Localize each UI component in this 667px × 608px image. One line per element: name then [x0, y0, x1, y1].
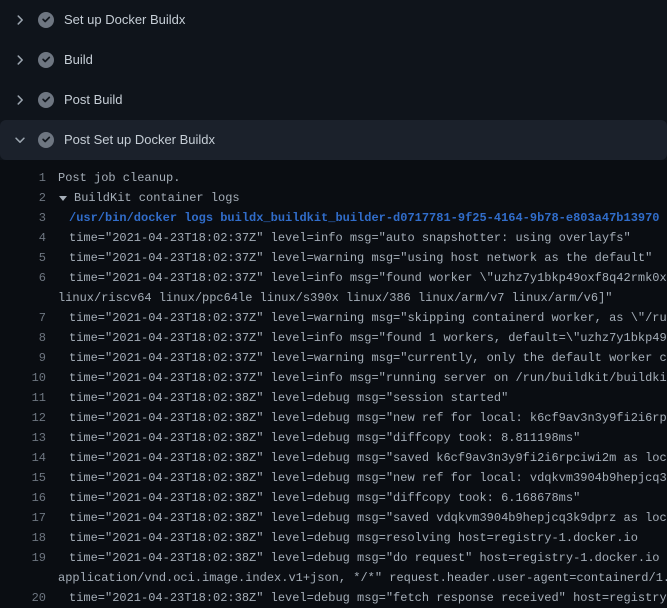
step-header-build[interactable]: Build — [0, 40, 667, 80]
chevron-right-icon — [12, 13, 28, 27]
log-line-text: time="2021-04-23T18:02:38Z" level=debug … — [69, 588, 667, 608]
log-line-number[interactable]: 18 — [0, 528, 46, 548]
log-line: 10 time="2021-04-23T18:02:37Z" level=inf… — [0, 368, 667, 388]
log-line-number[interactable]: 14 — [0, 448, 46, 468]
log-line-number[interactable]: 7 — [0, 308, 46, 328]
log-line: 7 time="2021-04-23T18:02:37Z" level=warn… — [0, 308, 667, 328]
log-line-number[interactable]: 13 — [0, 428, 46, 448]
log-line-number[interactable]: 17 — [0, 508, 46, 528]
log-container: 1 Post job cleanup. 2 BuildKit container… — [0, 160, 667, 608]
log-line-text: linux/riscv64 linux/ppc64le linux/s390x … — [58, 288, 613, 308]
step-header-set-up-docker-buildx[interactable]: Set up Docker Buildx — [0, 0, 667, 40]
log-line-number[interactable]: 16 — [0, 488, 46, 508]
log-line: 5 time="2021-04-23T18:02:37Z" level=warn… — [0, 248, 667, 268]
step-title: Build — [64, 52, 93, 68]
log-line-text: application/vnd.oci.image.index.v1+json,… — [58, 568, 667, 588]
check-circle-icon — [38, 132, 54, 148]
log-line-text: time="2021-04-23T18:02:37Z" level=info m… — [69, 328, 667, 348]
log-line-text: time="2021-04-23T18:02:37Z" level=info m… — [69, 268, 667, 288]
log-line-number[interactable]: 4 — [0, 228, 46, 248]
step-title: Set up Docker Buildx — [64, 12, 185, 28]
triangle-down-icon — [59, 196, 67, 201]
log-line-text: time="2021-04-23T18:02:37Z" level=info m… — [69, 228, 631, 248]
log-line-text: time="2021-04-23T18:02:37Z" level=warnin… — [69, 348, 667, 368]
log-line-text: time="2021-04-23T18:02:37Z" level=warnin… — [69, 248, 652, 268]
log-line-number — [0, 568, 46, 588]
log-line: 3 /usr/bin/docker logs buildx_buildkit_b… — [0, 208, 667, 228]
step-title: Post Set up Docker Buildx — [64, 132, 215, 148]
log-line-number[interactable]: 8 — [0, 328, 46, 348]
check-circle-icon — [38, 92, 54, 108]
log-line: 6 time="2021-04-23T18:02:37Z" level=info… — [0, 268, 667, 288]
log-line: 12 time="2021-04-23T18:02:38Z" level=deb… — [0, 408, 667, 428]
log-line: 14 time="2021-04-23T18:02:38Z" level=deb… — [0, 448, 667, 468]
chevron-right-icon — [12, 53, 28, 67]
log-line: 19 time="2021-04-23T18:02:38Z" level=deb… — [0, 548, 667, 568]
log-line: 8 time="2021-04-23T18:02:37Z" level=info… — [0, 328, 667, 348]
log-line-number[interactable]: 15 — [0, 468, 46, 488]
log-line: 15 time="2021-04-23T18:02:38Z" level=deb… — [0, 468, 667, 488]
chevron-right-icon — [12, 93, 28, 107]
log-line-text: time="2021-04-23T18:02:38Z" level=debug … — [69, 468, 667, 488]
log-line-text: time="2021-04-23T18:02:38Z" level=debug … — [69, 508, 667, 528]
log-line-number[interactable]: 12 — [0, 408, 46, 428]
log-line-text: time="2021-04-23T18:02:37Z" level=info m… — [69, 368, 667, 388]
log-line-text: time="2021-04-23T18:02:38Z" level=debug … — [69, 488, 580, 508]
log-line: 1 Post job cleanup. — [0, 168, 667, 188]
log-line-number[interactable]: 2 — [0, 188, 46, 208]
log-line-text: time="2021-04-23T18:02:38Z" level=debug … — [69, 528, 638, 548]
log-line-text: Post job cleanup. — [58, 168, 180, 188]
log-line: 4 time="2021-04-23T18:02:37Z" level=info… — [0, 228, 667, 248]
log-line-number[interactable]: 3 — [0, 208, 46, 228]
log-line-number[interactable]: 20 — [0, 588, 46, 608]
log-line-number[interactable]: 10 — [0, 368, 46, 388]
log-line-number[interactable]: 6 — [0, 268, 46, 288]
log-line[interactable]: 2 BuildKit container logs — [0, 188, 667, 208]
log-line-text: time="2021-04-23T18:02:37Z" level=warnin… — [69, 308, 667, 328]
step-header-post-build[interactable]: Post Build — [0, 80, 667, 120]
log-line: 20 time="2021-04-23T18:02:38Z" level=deb… — [0, 588, 667, 608]
check-circle-icon — [38, 12, 54, 28]
log-line-text: time="2021-04-23T18:02:38Z" level=debug … — [69, 408, 667, 428]
step-header-post-set-up-docker-buildx[interactable]: Post Set up Docker Buildx — [0, 120, 667, 160]
log-line: 9 time="2021-04-23T18:02:37Z" level=warn… — [0, 348, 667, 368]
log-line-number[interactable]: 19 — [0, 548, 46, 568]
log-line-text: time="2021-04-23T18:02:38Z" level=debug … — [69, 448, 667, 468]
log-line: 13 time="2021-04-23T18:02:38Z" level=deb… — [0, 428, 667, 448]
log-line-number[interactable]: 11 — [0, 388, 46, 408]
log-line: 17 time="2021-04-23T18:02:38Z" level=deb… — [0, 508, 667, 528]
step-title: Post Build — [64, 92, 123, 108]
log-line-text: time="2021-04-23T18:02:38Z" level=debug … — [69, 428, 580, 448]
chevron-down-icon — [12, 133, 28, 147]
check-circle-icon — [38, 52, 54, 68]
log-line-text: BuildKit container logs — [74, 188, 240, 208]
log-line: linux/riscv64 linux/ppc64le linux/s390x … — [0, 288, 667, 308]
log-line: 11 time="2021-04-23T18:02:38Z" level=deb… — [0, 388, 667, 408]
log-line: application/vnd.oci.image.index.v1+json,… — [0, 568, 667, 588]
log-line-number — [0, 288, 46, 308]
log-line-number[interactable]: 5 — [0, 248, 46, 268]
log-line-text: time="2021-04-23T18:02:38Z" level=debug … — [69, 388, 508, 408]
log-line: 16 time="2021-04-23T18:02:38Z" level=deb… — [0, 488, 667, 508]
log-line-text: time="2021-04-23T18:02:38Z" level=debug … — [69, 548, 667, 568]
log-line-text: /usr/bin/docker logs buildx_buildkit_bui… — [69, 208, 660, 228]
log-line-number[interactable]: 1 — [0, 168, 46, 188]
log-line: 18 time="2021-04-23T18:02:38Z" level=deb… — [0, 528, 667, 548]
steps-list: Set up Docker Buildx Build P — [0, 0, 667, 160]
log-line-number[interactable]: 9 — [0, 348, 46, 368]
